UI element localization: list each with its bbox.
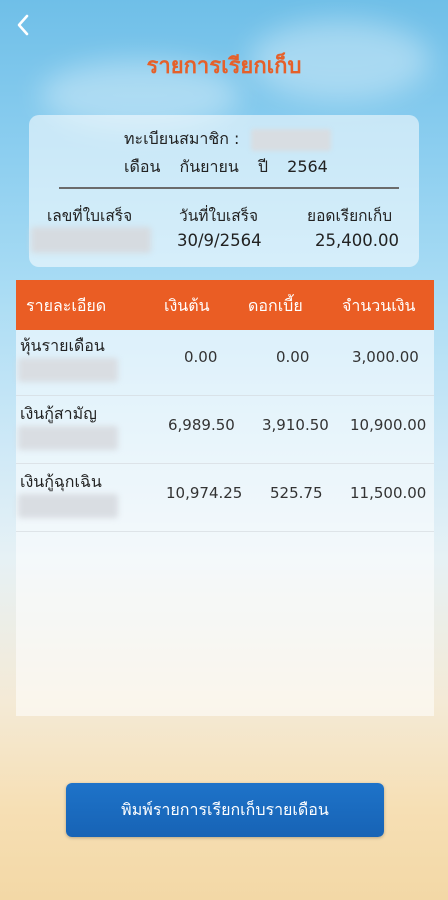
row-interest: 3,910.50 xyxy=(262,416,329,434)
row-subtext-redacted xyxy=(18,426,118,450)
year-label: ปี xyxy=(257,157,269,176)
row-total: 11,500.00 xyxy=(350,484,427,502)
row-interest: 0.00 xyxy=(276,348,310,366)
row-principal: 6,989.50 xyxy=(168,416,235,434)
table-row[interactable]: หุ้นรายเดือน 0.00 0.00 3,000.00 xyxy=(16,330,434,396)
back-button[interactable] xyxy=(8,10,38,40)
year-value: 2564 xyxy=(287,157,328,176)
invoice-amount-value: 25,400.00 xyxy=(315,231,399,250)
row-name: เงินกู้ฉุกเฉิน xyxy=(20,472,102,491)
row-name: หุ้นรายเดือน xyxy=(20,336,105,355)
chevron-left-icon xyxy=(17,14,29,36)
row-name: เงินกู้สามัญ xyxy=(20,404,97,423)
month-label: เดือน xyxy=(124,157,161,176)
row-subtext-redacted xyxy=(18,494,118,518)
member-id-value-redacted xyxy=(250,128,331,151)
member-id-label: ทะเบียนสมาชิก : xyxy=(124,129,240,148)
table-row[interactable]: เงินกู้สามัญ 6,989.50 3,910.50 10,900.00 xyxy=(16,398,434,464)
row-interest: 525.75 xyxy=(270,484,323,502)
invoice-date-value: 30/9/2564 xyxy=(177,231,262,250)
col-total-header: จำนวนเงิน xyxy=(342,296,416,315)
table-header: รายละเอียด เงินต้น ดอกเบี้ย จำนวนเงิน xyxy=(16,280,434,330)
table-row[interactable]: เงินกู้ฉุกเฉิน 10,974.25 525.75 11,500.0… xyxy=(16,466,434,532)
period-row: เดือน กันยายน ปี 2564 xyxy=(124,155,342,180)
col-principal-header: เงินต้น xyxy=(164,296,210,315)
divider xyxy=(59,187,399,189)
invoice-date-header: วันที่ใบเสร็จ xyxy=(179,207,259,225)
print-monthly-billing-button[interactable]: พิมพ์รายการเรียกเก็บรายเดือน xyxy=(66,783,384,837)
billing-table: รายละเอียด เงินต้น ดอกเบี้ย จำนวนเงิน หุ… xyxy=(16,280,434,716)
invoice-number-header: เลขที่ใบเสร็จ xyxy=(47,207,133,225)
col-interest-header: ดอกเบี้ย xyxy=(248,296,303,315)
row-total: 10,900.00 xyxy=(350,416,427,434)
month-value: กันยายน xyxy=(179,157,239,176)
member-id-row: ทะเบียนสมาชิก : xyxy=(124,127,331,152)
member-info-card: ทะเบียนสมาชิก : เดือน กันยายน ปี 2564 เล… xyxy=(29,115,419,267)
row-principal: 0.00 xyxy=(184,348,218,366)
page-title: รายการเรียกเก็บ xyxy=(146,54,302,79)
col-detail-header: รายละเอียด xyxy=(26,296,107,315)
row-total: 3,000.00 xyxy=(352,348,419,366)
row-subtext-redacted xyxy=(18,358,118,382)
invoice-amount-header: ยอดเรียกเก็บ xyxy=(307,207,393,225)
invoice-number-redacted xyxy=(31,227,151,253)
row-principal: 10,974.25 xyxy=(166,484,243,502)
